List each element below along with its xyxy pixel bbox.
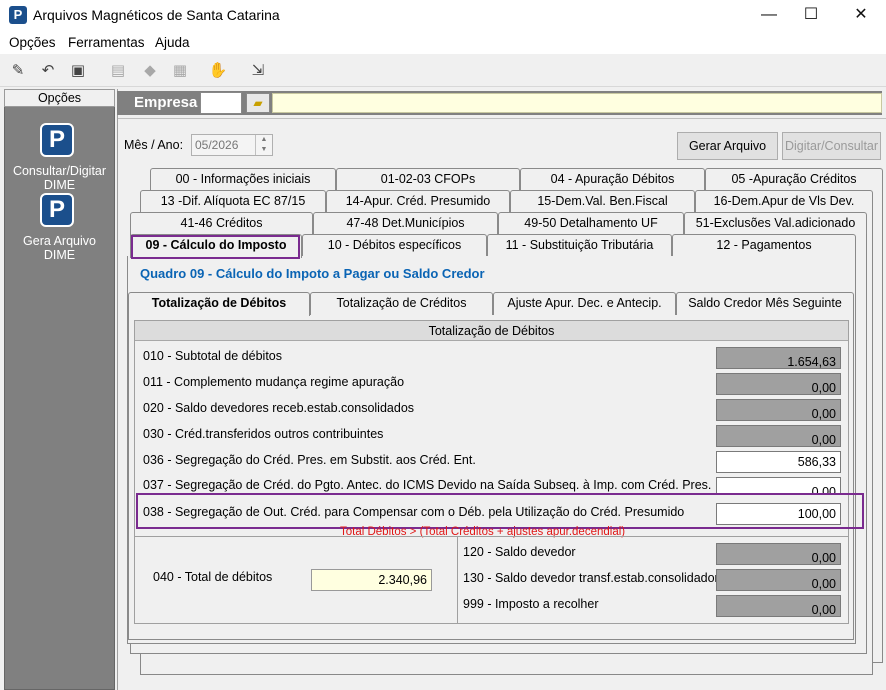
close-button[interactable]: ✕ xyxy=(838,0,884,30)
subtab-totalizacao-debitos[interactable]: Totalização de Débitos xyxy=(128,292,310,316)
undo-icon[interactable]: ↶ xyxy=(38,61,58,81)
gerar-arquivo-button[interactable]: Gerar Arquivo xyxy=(677,132,778,160)
total-debitos-label: 040 - Total de débitos xyxy=(153,570,273,584)
consultar-digitar-icon[interactable]: P xyxy=(40,123,74,157)
sidebar-item-gera-arquivo[interactable]: Gera Arquivo DIME xyxy=(4,234,115,262)
maximize-button[interactable]: ☐ xyxy=(788,0,834,30)
tab-dem-apur-vls-dev[interactable]: 16-Dem.Apur de Vls Dev. xyxy=(695,190,873,212)
row-label-011: 011 - Complemento mudança regime apuraçã… xyxy=(143,375,405,389)
tab-det-municipios[interactable]: 47-48 Det.Municípios xyxy=(313,212,498,234)
tab-detalhamento-uf[interactable]: 49-50 Detalhamento UF xyxy=(498,212,684,234)
subtab-totalizacao-creditos[interactable]: Totalização de Créditos xyxy=(310,292,493,315)
empresa-label: Empresa xyxy=(134,94,198,111)
value-120: 0,00 xyxy=(716,543,841,565)
menu-opcoes[interactable]: Opções xyxy=(9,35,56,50)
mes-ano-label: Mês / Ano: xyxy=(124,138,184,152)
document-icon[interactable]: ▤ xyxy=(108,61,128,81)
row-label-037: 037 - Segregação de Créd. do Pgto. Antec… xyxy=(143,478,712,492)
empresa-name-field xyxy=(272,93,882,113)
row-label-036: 036 - Segregação do Créd. Pres. em Subst… xyxy=(143,453,476,467)
row-label-010: 010 - Subtotal de débitos xyxy=(143,349,282,363)
gera-arquivo-icon[interactable]: P xyxy=(40,193,74,227)
total-debitos-value: 2.340,96 xyxy=(311,569,432,591)
empresa-code-input[interactable] xyxy=(200,92,242,114)
handshake-icon[interactable]: ✋ xyxy=(208,61,228,81)
subtab-ajuste-apur[interactable]: Ajuste Apur. Dec. e Antecip. xyxy=(493,292,676,315)
tab-apuracao-creditos[interactable]: 05 -Apuração Créditos xyxy=(705,168,883,190)
row-label-130: 130 - Saldo devedor transf.estab.consoli… xyxy=(463,571,719,585)
app-logo-icon: P xyxy=(9,6,27,24)
section-header: Totalização de Débitos xyxy=(135,321,848,341)
row-label-030: 030 - Créd.transferidos outros contribui… xyxy=(143,427,384,441)
sidebar-header: Opções xyxy=(4,89,115,107)
row-label-020: 020 - Saldo devedores receb.estab.consol… xyxy=(143,401,415,415)
highlight-active-tab xyxy=(131,235,300,259)
value-030: 0,00 xyxy=(716,425,841,447)
exit-door-icon[interactable]: ⇲ xyxy=(248,61,268,81)
tab-informacoes-iniciais[interactable]: 00 - Informações iniciais xyxy=(150,168,336,190)
toolbar: ✎ ↶ ▣ ▤ ◆ ▦ ✋ ⇲ xyxy=(0,55,886,87)
window-title: Arquivos Magnéticos de Santa Catarina xyxy=(33,7,280,23)
value-130: 0,00 xyxy=(716,569,841,591)
input-036[interactable]: 586,33 xyxy=(716,451,841,473)
open-folder-icon[interactable]: ▰ xyxy=(246,93,270,113)
quadro-title: Quadro 09 - Cálculo do Impoto a Pagar ou… xyxy=(140,266,485,281)
shape-icon[interactable]: ◆ xyxy=(140,61,160,81)
tab-apuracao-debitos[interactable]: 04 - Apuração Débitos xyxy=(520,168,705,190)
value-020: 0,00 xyxy=(716,399,841,421)
tab-dem-val-ben-fiscal[interactable]: 15-Dem.Val. Ben.Fiscal xyxy=(510,190,695,212)
stack-icon[interactable]: ▦ xyxy=(170,61,190,81)
row-label-999: 999 - Imposto a recolher xyxy=(463,597,599,611)
row-label-120: 120 - Saldo devedor xyxy=(463,545,576,559)
value-010: 1.654,63 xyxy=(716,347,841,369)
divider xyxy=(457,537,458,624)
tab-debitos-especificos[interactable]: 10 - Débitos específicos xyxy=(302,234,487,256)
value-011: 0,00 xyxy=(716,373,841,395)
tab-dif-aliquota[interactable]: 13 -Dif. Alíquota EC 87/15 xyxy=(140,190,326,212)
sidebar-item-consultar-digitar[interactable]: Consultar/Digitar DIME xyxy=(4,164,115,192)
sidebar-item-label: DIME xyxy=(43,248,76,262)
menu-ajuda[interactable]: Ajuda xyxy=(155,35,190,50)
highlight-row-038 xyxy=(136,493,864,529)
sidebar-item-label: Gera Arquivo xyxy=(23,234,96,248)
subtab-saldo-credor[interactable]: Saldo Credor Mês Seguinte xyxy=(676,292,854,315)
edit-icon[interactable]: ✎ xyxy=(8,61,28,81)
sidebar-item-label: DIME xyxy=(43,178,76,192)
menu-bar: Opções Ferramentas Ajuda xyxy=(0,32,886,54)
tab-apur-cred-presumido[interactable]: 14-Apur. Créd. Presumido xyxy=(326,190,510,212)
mes-ano-spinner[interactable]: ▲ ▼ xyxy=(255,135,272,155)
tab-creditos[interactable]: 41-46 Créditos xyxy=(130,212,313,234)
save-icon[interactable]: ▣ xyxy=(68,61,88,81)
minimize-button[interactable]: — xyxy=(746,0,792,30)
tab-substituicao-tributaria[interactable]: 11 - Substituição Tributária xyxy=(487,234,672,256)
sidebar-item-label: Consultar/Digitar xyxy=(12,164,107,178)
tab-cfops[interactable]: 01-02-03 CFOPs xyxy=(336,168,520,190)
divider xyxy=(135,536,848,537)
tab-exclusoes-val-adicionado[interactable]: 51-Exclusões Val.adicionado xyxy=(684,212,867,234)
tab-pagamentos[interactable]: 12 - Pagamentos xyxy=(672,234,856,256)
value-999: 0,00 xyxy=(716,595,841,617)
menu-ferramentas[interactable]: Ferramentas xyxy=(68,35,145,50)
digitar-consultar-button[interactable]: Digitar/Consultar xyxy=(782,132,881,160)
